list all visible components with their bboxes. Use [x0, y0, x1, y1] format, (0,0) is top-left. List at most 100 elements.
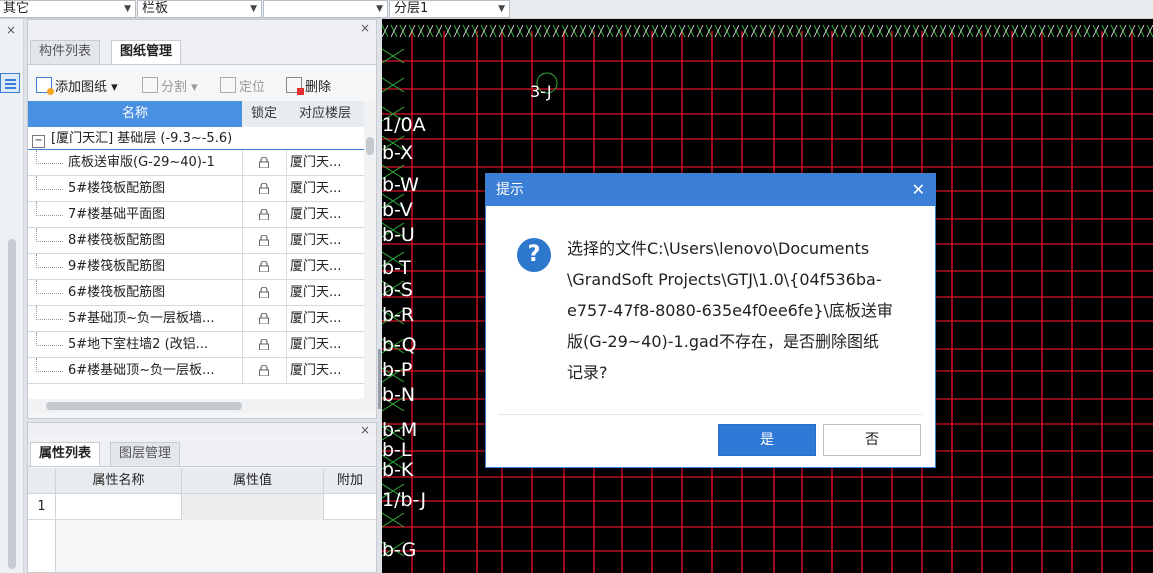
lock-cell[interactable] [242, 150, 287, 176]
tab-component-list[interactable]: 构件列表 [30, 40, 101, 64]
drawing-name-cell[interactable]: 5#地下室柱墙2 (改铝... [28, 332, 243, 358]
lock-cell[interactable] [242, 332, 287, 358]
tab-layer-management[interactable]: 图层管理 [110, 442, 181, 466]
vertical-scrollbar[interactable] [8, 239, 16, 569]
column-header-property-name[interactable]: 属性名称 [56, 468, 182, 494]
table-row[interactable]: 5#楼筏板配筋图 厦门天... [28, 176, 364, 202]
lock-icon[interactable] [259, 256, 269, 273]
drawing-name-cell[interactable]: 7#楼基础平面图 [28, 202, 243, 228]
drawing-grid: 名称 锁定 对应楼层 − [厦门天汇] 基础层 (-9.3~-5.6) 底板送审版… [28, 101, 364, 399]
dialog-message-line: 选择的文件C:\Users\lenovo\Documents [567, 239, 870, 258]
column-header-floor[interactable]: 对应楼层 [286, 101, 364, 127]
table-row[interactable]: 7#楼基础平面图 厦门天... [28, 202, 364, 228]
floor-cell[interactable]: 厦门天... [286, 254, 364, 280]
lock-icon[interactable] [259, 230, 269, 247]
lock-icon[interactable] [259, 204, 269, 221]
add-drawing-button[interactable]: 添加图纸 ▾ [36, 77, 118, 97]
floor-cell[interactable]: 厦门天... [286, 150, 364, 176]
property-name-cell[interactable] [56, 494, 182, 520]
split-button[interactable]: 分割 ▾ [142, 77, 198, 97]
cad-axis-label: b-V [382, 199, 413, 221]
panel-header: × [28, 423, 376, 438]
column-header-name[interactable]: 名称 [28, 101, 243, 127]
lock-icon[interactable] [259, 334, 269, 351]
lock-icon[interactable] [259, 178, 269, 195]
grid-horizontal-scrollbar[interactable] [28, 399, 376, 413]
tab-drawing-management[interactable]: 图纸管理 [111, 40, 182, 64]
column-header-extra[interactable]: 附加 [324, 468, 376, 494]
dialog-message-line: e757-47f8-8080-635e4f0ee6fe}\底板送审 [567, 301, 893, 320]
lock-cell[interactable] [242, 358, 287, 384]
drawing-toolbar: 添加图纸 ▾ 分割 ▾ 定位 删除 [28, 72, 376, 100]
left-dock-strip: × [0, 19, 24, 573]
floor-cell[interactable]: 厦门天... [286, 358, 364, 384]
lock-cell[interactable] [242, 176, 287, 202]
close-icon[interactable]: ✕ [912, 174, 925, 206]
lock-cell[interactable] [242, 254, 287, 280]
property-row[interactable]: 1 [28, 494, 376, 520]
list-view-icon[interactable] [0, 73, 20, 93]
lock-cell[interactable] [242, 306, 287, 332]
tree-connector [36, 358, 63, 372]
close-icon[interactable]: × [360, 423, 370, 437]
collapse-icon[interactable]: − [32, 135, 45, 148]
table-row[interactable]: 5#基础顶~负一层板墙... 厦门天... [28, 306, 364, 332]
property-tabs: 属性列表 图层管理 [28, 439, 376, 467]
property-grid-header: 属性名称 属性值 附加 [28, 468, 376, 494]
floor-cell[interactable]: 厦门天... [286, 280, 364, 306]
drawing-name-cell[interactable]: 6#楼基础顶~负一层板... [28, 358, 243, 384]
drawing-name: 9#楼筏板配筋图 [68, 259, 166, 274]
lock-cell[interactable] [242, 228, 287, 254]
component-type-combo[interactable]: 其它 ▼ [0, 0, 136, 18]
drawing-name: 8#楼筏板配筋图 [68, 233, 166, 248]
dialog-message-line: 记录? [567, 363, 608, 382]
table-row[interactable]: 6#楼基础顶~负一层板... 厦门天... [28, 358, 364, 384]
tree-group-row[interactable]: − [厦门天汇] 基础层 (-9.3~-5.6) [28, 127, 364, 150]
drawing-name-cell[interactable]: 6#楼筏板配筋图 [28, 280, 243, 306]
drawing-name: 6#楼基础顶~负一层板... [68, 363, 215, 378]
component-name-combo[interactable]: ▼ [263, 0, 388, 18]
drawing-name-cell[interactable]: 5#基础顶~负一层板墙... [28, 306, 243, 332]
drawing-name-cell[interactable]: 底板送审版(G-29~40)-1 [28, 150, 243, 176]
lock-icon[interactable] [259, 308, 269, 325]
floor-cell[interactable]: 厦门天... [286, 332, 364, 358]
column-header-property-value[interactable]: 属性值 [182, 468, 324, 494]
chevron-down-icon: ▼ [124, 4, 131, 14]
layer-combo[interactable]: 分层1 ▼ [389, 0, 510, 18]
table-row[interactable]: 9#楼筏板配筋图 厦门天... [28, 254, 364, 280]
add-drawing-icon [36, 77, 54, 95]
close-icon[interactable]: × [360, 21, 370, 35]
close-icon[interactable]: × [6, 23, 16, 37]
delete-button[interactable]: 删除 [286, 77, 331, 97]
table-row[interactable]: 底板送审版(G-29~40)-1 厦门天... [28, 149, 364, 177]
tab-property-list[interactable]: 属性列表 [30, 442, 101, 466]
cad-axis-label: b-P [382, 359, 413, 381]
column-header-lock[interactable]: 锁定 [242, 101, 287, 127]
floor-cell[interactable]: 厦门天... [286, 306, 364, 332]
table-row[interactable]: 6#楼筏板配筋图 厦门天... [28, 280, 364, 306]
locate-button[interactable]: 定位 [220, 77, 265, 97]
drawing-name-cell[interactable]: 9#楼筏板配筋图 [28, 254, 243, 280]
lock-icon[interactable] [259, 282, 269, 299]
drawing-name-cell[interactable]: 5#楼筏板配筋图 [28, 176, 243, 202]
grid-vertical-scrollbar[interactable] [364, 101, 376, 399]
lock-icon[interactable] [259, 360, 269, 377]
table-row[interactable]: 8#楼筏板配筋图 厦门天... [28, 228, 364, 254]
floor-cell[interactable]: 厦门天... [286, 202, 364, 228]
yes-button[interactable]: 是 [718, 424, 816, 456]
no-button[interactable]: 否 [823, 424, 921, 456]
drawing-name-cell[interactable]: 8#楼筏板配筋图 [28, 228, 243, 254]
floor-cell[interactable]: 厦门天... [286, 228, 364, 254]
lock-icon[interactable] [259, 152, 269, 169]
property-extra-cell[interactable] [324, 494, 376, 520]
floor-cell[interactable]: 厦门天... [286, 176, 364, 202]
lock-cell[interactable] [242, 280, 287, 306]
tree-connector [36, 332, 63, 346]
combo-value: 其它 [3, 1, 30, 16]
delete-label: 删除 [305, 80, 332, 95]
component-combo[interactable]: 栏板 ▼ [137, 0, 262, 18]
table-row[interactable]: 5#地下室柱墙2 (改铝... 厦门天... [28, 332, 364, 358]
lock-cell[interactable] [242, 202, 287, 228]
grid-header: 名称 锁定 对应楼层 [28, 101, 364, 127]
property-value-cell[interactable] [182, 494, 324, 520]
